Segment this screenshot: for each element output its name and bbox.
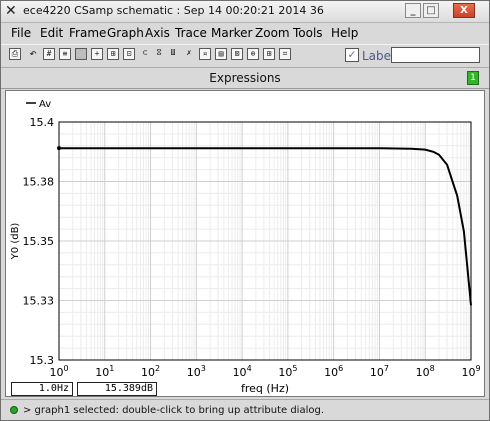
expand-icon[interactable]: ⊠ [231,48,243,60]
axis-icon[interactable]: Ш [167,48,179,60]
chart-svg[interactable]: 100 101 102 103 104 105 106 107 108 10915.415.381… [6,91,484,396]
x-tick-exponent: 1 [109,364,114,373]
undo-icon[interactable]: ↶ [27,47,39,60]
zoom-in-icon[interactable]: + [91,48,103,60]
strip-icon[interactable]: ≡ [59,48,71,60]
x-tick-exponent: 4 [247,364,252,373]
cross-icon[interactable]: ⊕ [247,48,259,60]
calc-icon[interactable]: ▤ [215,48,227,60]
x-tick-label: 106 [324,364,343,379]
x-tick-label: 109 [461,364,480,379]
y-tick-label: 15.3 [30,354,55,367]
x-tick-label: 105 [278,364,297,379]
y-tick-label: 15.38 [23,176,55,189]
x-tick-exponent: 3 [201,364,206,373]
y-tick-label: 15.35 [23,235,55,248]
y-axis-label: Y0 (dB) [10,223,21,261]
menu-axis[interactable]: Axis [145,26,170,40]
x-tick-label: 102 [141,364,160,379]
delete-icon[interactable]: ¤ [199,48,211,60]
marker-icon[interactable]: ⊂ [139,48,151,60]
menu-help[interactable]: Help [331,26,358,40]
print-icon[interactable]: ⎙ [9,48,21,60]
title-bar[interactable]: ✕ ece4220 CSamp schematic : Sep 14 00:20… [1,1,489,23]
x-window-logo-icon: ✕ [5,3,17,19]
x-tick-exponent: 2 [155,364,160,373]
toolbar: ⎙ ↶ # ≡ + ⊞ ⊡ ⊂ ⵓ Ш ✗ ¤ ▤ ⊠ ⊕ ⊞ ⌗ ✓ Labe… [1,44,489,68]
x-tick-exponent: 5 [292,364,297,373]
menu-edit[interactable]: Edit [40,26,63,40]
menu-marker[interactable]: Marker [211,26,252,40]
x-axis-label: freq (Hz) [241,382,289,395]
menu-graph[interactable]: Graph [107,26,144,40]
window-title: ece4220 CSamp schematic : Sep 14 00:20:2… [23,4,324,17]
expressions-label: Expressions [209,71,281,85]
x-tick-exponent: 7 [384,364,389,373]
menu-trace[interactable]: Trace [175,26,207,40]
x-tick-exponent: 0 [63,364,68,373]
x-tick-exponent: 6 [338,364,343,373]
x-tick-label: 101 [95,364,114,379]
grid-icon[interactable]: # [43,48,55,60]
frame-icon[interactable]: ⊞ [263,48,275,60]
status-indicator-icon [10,406,18,414]
fit-icon[interactable] [75,48,87,60]
x-tick-exponent: 9 [475,364,480,373]
menu-bar: File Edit Frame Graph Axis Trace Marker … [1,23,489,43]
crosshair-icon[interactable]: ✗ [183,48,195,60]
x-readout: 1.0Hz [11,382,73,396]
x-tick-label: 107 [370,364,389,379]
label-checkbox-text: Label [362,49,395,63]
menu-zoom[interactable]: Zoom [255,26,290,40]
trace-icon[interactable]: ⵓ [153,48,165,60]
waveform-window: ✕ ece4220 CSamp schematic : Sep 14 00:20… [0,0,490,421]
status-text: > graph1 selected: double-click to bring… [23,405,325,416]
marker-point [57,146,61,151]
menu-frame[interactable]: Frame [69,26,106,40]
y-tick-label: 15.33 [23,295,55,308]
zoom-fit-icon[interactable]: ⊡ [123,48,135,60]
x-tick-label: 108 [416,364,435,379]
minimize-button[interactable]: _ [405,3,421,18]
y-tick-label: 15.4 [30,116,55,129]
menu-file[interactable]: File [11,26,31,40]
x-tick-exponent: 8 [430,364,435,373]
zoom-out-icon[interactable]: ⊞ [107,48,119,60]
label-input[interactable] [391,47,480,63]
maximize-button[interactable]: □ [423,3,439,18]
expressions-bar[interactable]: Expressions 1 [1,68,489,89]
label-checkbox[interactable]: ✓ [345,48,359,62]
plot-panel[interactable]: 100 101 102 103 104 105 106 107 108 109 15.4 15.38 1… [5,90,485,397]
x-tick-label: 104 [233,364,252,379]
status-bar: > graph1 selected: double-click to bring… [1,399,489,420]
x-tick-label: 103 [187,364,206,379]
close-button[interactable]: X [453,3,475,18]
legend-label-av: Av [39,99,51,110]
box-zoom-icon[interactable]: ⌗ [279,48,291,60]
expression-count-badge[interactable]: 1 [467,71,479,85]
y-readout: 15.389dB [77,382,157,396]
menu-tools[interactable]: Tools [293,26,323,40]
